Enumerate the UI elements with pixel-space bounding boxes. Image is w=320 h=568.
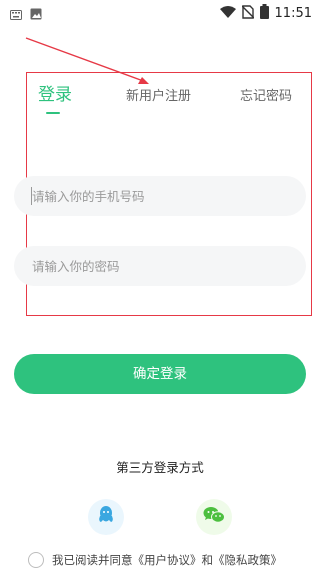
keyboard-icon <box>10 5 22 24</box>
tab-forgot-password[interactable]: 忘记密码 <box>240 85 292 104</box>
agreement-text: 我已阅读并同意《用户协议》和《隐私政策》 <box>52 553 282 567</box>
login-button[interactable]: 确定登录 <box>14 354 306 394</box>
wechat-login-button[interactable] <box>196 499 232 535</box>
phone-input[interactable] <box>14 176 306 216</box>
tab-active-indicator <box>46 112 60 114</box>
wifi-icon <box>219 4 236 23</box>
text-caret <box>31 187 32 205</box>
tab-login[interactable]: 登录 <box>38 80 72 105</box>
password-input[interactable] <box>14 246 306 286</box>
phone-field[interactable] <box>14 176 306 216</box>
third-party-title: 第三方登录方式 <box>116 460 204 475</box>
tab-register[interactable]: 新用户注册 <box>126 85 191 104</box>
password-field[interactable] <box>14 246 306 286</box>
no-sim-icon <box>241 4 255 23</box>
image-icon <box>30 5 42 24</box>
login-tabs: 登录 新用户注册 忘记密码 <box>0 82 320 122</box>
qq-icon <box>97 505 115 529</box>
wechat-icon <box>203 506 225 528</box>
agreement-row: 我已阅读并同意《用户协议》和《隐私政策》 <box>28 552 282 568</box>
qq-login-button[interactable] <box>88 499 124 535</box>
agreement-checkbox[interactable] <box>28 552 44 568</box>
status-time: 11:51 <box>274 6 312 21</box>
status-bar: 11:51 <box>0 0 320 24</box>
battery-icon <box>259 4 269 23</box>
